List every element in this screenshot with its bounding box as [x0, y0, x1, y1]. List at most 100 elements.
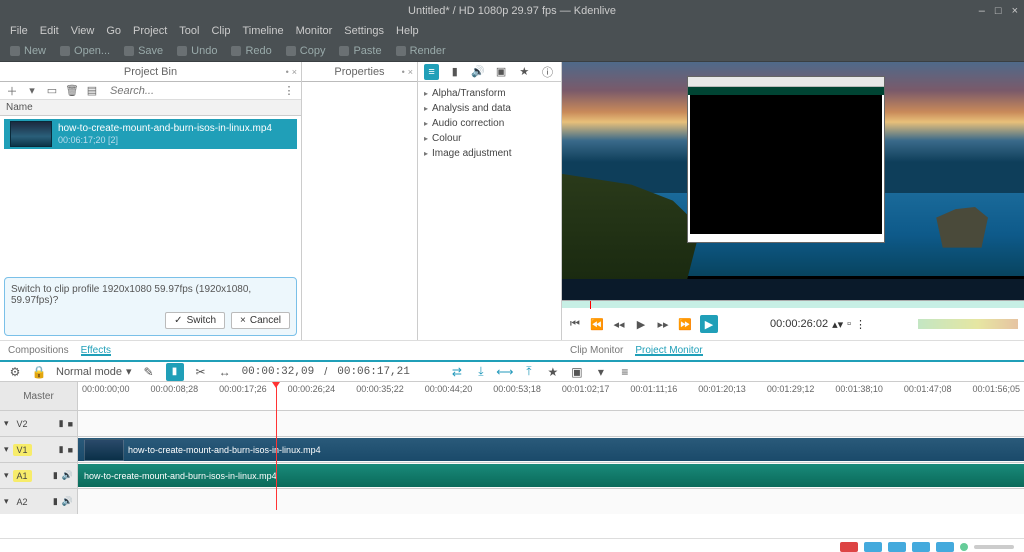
favorite-icon[interactable]: ★ — [546, 365, 560, 379]
monitor-more-icon[interactable]: ⋮ — [855, 318, 866, 331]
menu-go[interactable]: Go — [106, 25, 121, 37]
audio-icon[interactable]: 🔊 — [470, 64, 485, 80]
forward-icon[interactable]: ▶ — [700, 315, 718, 333]
monitor-playhead[interactable] — [590, 301, 591, 309]
chevron-down-icon[interactable]: ▾ — [26, 85, 38, 97]
mute-icon[interactable]: ▮ — [59, 444, 64, 455]
status-blue[interactable] — [912, 542, 930, 552]
razor-tool-icon[interactable]: ✂ — [194, 365, 208, 379]
info-icon[interactable]: ⓘ — [540, 64, 555, 80]
audio-clip[interactable]: how-to-create-mount-and-burn-isos-in-lin… — [78, 464, 1024, 487]
panel-float-icon[interactable]: • — [286, 67, 289, 77]
collapse-icon[interactable]: ▾ — [4, 470, 9, 481]
step-fwd-icon[interactable]: ⏩ — [678, 317, 692, 331]
extract-icon[interactable]: ⤒ — [522, 365, 536, 379]
video-icon[interactable]: ■ — [68, 445, 73, 455]
menu-clip[interactable]: Clip — [211, 25, 230, 37]
timeline-playhead[interactable] — [276, 382, 277, 510]
menu-settings[interactable]: Settings — [344, 25, 384, 37]
rewind-icon[interactable]: ⏮ — [568, 317, 582, 331]
add-clip-icon[interactable]: ＋ — [6, 85, 18, 97]
edit-mode[interactable]: Normal mode▾ — [56, 365, 132, 378]
tab-compositions[interactable]: Compositions — [8, 345, 69, 356]
effect-category[interactable]: ▸Audio correction — [424, 116, 555, 131]
menu-view[interactable]: View — [71, 25, 95, 37]
monitor-timecode[interactable]: 00:00:26:02 — [770, 318, 828, 330]
gear-icon[interactable]: ⚙ — [8, 365, 22, 379]
timeline-ruler[interactable]: 00:00:00;00 00:00:08;28 00:00:17;26 00:0… — [78, 382, 1024, 410]
zoom-slider[interactable] — [974, 545, 1014, 549]
panel-float-icon[interactable]: • — [402, 67, 405, 77]
bin-clip-item[interactable]: how-to-create-mount-and-burn-isos-in-lin… — [4, 119, 297, 149]
tb-redo[interactable]: Redo — [231, 45, 271, 57]
menu-timeline[interactable]: Timeline — [242, 25, 283, 37]
step-back-icon[interactable]: ⏪ — [590, 317, 604, 331]
close-icon[interactable]: × — [1012, 5, 1018, 17]
tb-undo[interactable]: Undo — [177, 45, 217, 57]
maximize-icon[interactable]: □ — [995, 5, 1002, 17]
status-red[interactable] — [840, 542, 858, 552]
favorite-icon[interactable]: ★ — [517, 64, 532, 80]
bin-column-name[interactable]: Name — [0, 100, 301, 116]
tb-paste[interactable]: Paste — [339, 45, 381, 57]
menu-file[interactable]: File — [10, 25, 28, 37]
mute-icon[interactable]: ▮ — [53, 496, 58, 507]
menu-tool[interactable]: Tool — [179, 25, 199, 37]
folder-icon[interactable]: ▭ — [46, 85, 58, 97]
pen-icon[interactable]: ✎ — [142, 365, 156, 379]
prev-frame-icon[interactable]: ◂◂ — [612, 317, 626, 331]
chevron-down-icon[interactable]: ▾ — [594, 365, 608, 379]
status-blue[interactable] — [888, 542, 906, 552]
menu-project[interactable]: Project — [133, 25, 167, 37]
tab-project-monitor[interactable]: Project Monitor — [635, 345, 702, 356]
video-icon[interactable]: ▮ — [447, 64, 462, 80]
minimize-icon[interactable]: – — [979, 5, 985, 17]
video-clip[interactable]: how-to-create-mount-and-burn-isos-in-lin… — [78, 438, 1024, 461]
timeline-position[interactable]: 00:00:32,09 — [242, 366, 315, 378]
effect-category[interactable]: ▸Alpha/Transform — [424, 86, 555, 101]
menu-monitor[interactable]: Monitor — [296, 25, 333, 37]
lock-icon[interactable]: 🔒 — [32, 365, 46, 379]
monitor-view[interactable] — [562, 62, 1024, 300]
tb-render[interactable]: Render — [396, 45, 446, 57]
search-input[interactable] — [106, 83, 275, 98]
tb-new[interactable]: New — [10, 45, 46, 57]
collapse-icon[interactable]: ▾ — [4, 418, 9, 429]
status-blue[interactable] — [864, 542, 882, 552]
effect-category[interactable]: ▸Analysis and data — [424, 101, 555, 116]
menu-edit[interactable]: Edit — [40, 25, 59, 37]
status-dot[interactable] — [960, 543, 968, 551]
status-blue[interactable] — [936, 542, 954, 552]
overlay-icon[interactable]: ▫ — [847, 318, 851, 330]
switch-button[interactable]: ✓Switch — [165, 312, 225, 329]
audio-icon[interactable]: 🔊 — [62, 496, 73, 507]
cancel-button[interactable]: ×Cancel — [231, 312, 290, 329]
panel-close-icon[interactable]: × — [408, 67, 413, 77]
mute-icon[interactable]: ▮ — [59, 418, 64, 429]
overwrite-icon[interactable]: ⟷ — [498, 365, 512, 379]
mix-icon[interactable]: ⇄ — [450, 365, 464, 379]
tb-copy[interactable]: Copy — [286, 45, 326, 57]
effects-main-icon[interactable]: ≡ — [424, 64, 439, 80]
panel-close-icon[interactable]: × — [292, 67, 297, 77]
tb-open[interactable]: Open... — [60, 45, 110, 57]
next-frame-icon[interactable]: ▸▸ — [656, 317, 670, 331]
insert-icon[interactable]: ⤓ — [474, 365, 488, 379]
stepper-icon[interactable]: ▴▾ — [832, 318, 843, 331]
tag-icon[interactable]: ▤ — [86, 85, 98, 97]
video-icon[interactable]: ■ — [68, 419, 73, 429]
spacer-tool-icon[interactable]: ↔ — [218, 365, 232, 379]
play-icon[interactable]: ▶ — [634, 317, 648, 331]
custom-icon[interactable]: ▣ — [494, 64, 509, 80]
selection-tool[interactable]: ▮ — [166, 363, 184, 381]
master-track[interactable]: Master — [0, 382, 78, 410]
tab-effects[interactable]: Effects — [81, 345, 111, 356]
tab-clip-monitor[interactable]: Clip Monitor — [570, 345, 623, 356]
effect-category[interactable]: ▸Colour — [424, 131, 555, 146]
options-icon[interactable]: ⋮ — [283, 85, 295, 97]
delete-icon[interactable]: 🗑 — [66, 85, 78, 97]
menu-help[interactable]: Help — [396, 25, 419, 37]
collapse-icon[interactable]: ▾ — [4, 444, 9, 455]
audio-icon[interactable]: 🔊 — [62, 470, 73, 481]
mute-icon[interactable]: ▮ — [53, 470, 58, 481]
